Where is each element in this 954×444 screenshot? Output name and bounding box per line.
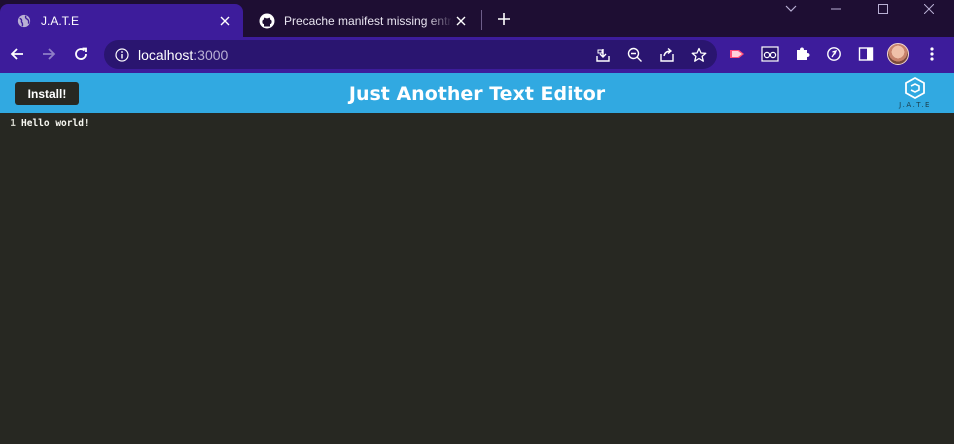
chevron-down-icon (785, 5, 797, 12)
browser-titlebar: J.A.T.E Precache manifest missing entrie… (0, 0, 954, 37)
tab-title: Precache manifest missing entries (284, 13, 453, 28)
profile-avatar[interactable] (887, 43, 909, 65)
forward-button[interactable] (35, 40, 63, 68)
address-bar[interactable]: localhost:3000 (104, 40, 717, 69)
share-icon[interactable] (657, 45, 677, 65)
close-window-button[interactable] (906, 0, 952, 18)
jate-logo: J.A.T.E (893, 76, 937, 112)
url-port: :3000 (193, 47, 229, 63)
new-tab-button[interactable] (493, 8, 515, 30)
puzzle-icon[interactable] (790, 42, 814, 66)
close-icon[interactable] (217, 13, 233, 29)
plus-icon (498, 13, 510, 25)
minimize-icon (831, 8, 841, 10)
line-number: 1 (10, 118, 16, 129)
tab-divider (481, 10, 482, 30)
install-app-icon[interactable] (593, 45, 613, 65)
maximize-icon (878, 4, 888, 14)
minimize-button[interactable] (813, 0, 859, 18)
tab-title: J.A.T.E (41, 13, 80, 28)
close-icon (924, 4, 934, 14)
reload-icon (75, 47, 87, 60)
close-icon[interactable] (453, 13, 469, 29)
app-header: Install! Just Another Text Editor J.A.T.… (0, 73, 954, 113)
zoom-out-icon[interactable] (625, 45, 645, 65)
sync-icon[interactable] (822, 42, 846, 66)
arrow-right-icon (43, 48, 56, 60)
arrow-left-icon (10, 48, 23, 60)
tab-jate[interactable]: J.A.T.E (0, 4, 243, 37)
browser-toolbar: localhost:3000 (0, 37, 954, 73)
tab-search-button[interactable] (768, 0, 814, 18)
logo-text: J.A.T.E (899, 101, 931, 109)
tab-precache[interactable]: Precache manifest missing entries (243, 4, 479, 37)
cube-icon (905, 76, 925, 100)
screen-recorder-extension-icon[interactable] (726, 42, 750, 66)
url-text: localhost:3000 (138, 47, 228, 63)
page-title: Just Another Text Editor (348, 83, 606, 105)
menu-icon[interactable] (920, 42, 944, 66)
editor-line[interactable]: 1 Hello world! (4, 118, 90, 129)
maximize-button[interactable] (860, 0, 906, 18)
star-icon[interactable] (689, 45, 709, 65)
url-host: localhost (138, 47, 194, 63)
code-editor[interactable]: 1 Hello world! (0, 113, 954, 444)
github-icon (259, 13, 275, 29)
info-icon[interactable] (114, 47, 130, 63)
line-text[interactable]: Hello world! (21, 118, 90, 129)
reload-button[interactable] (67, 40, 95, 68)
back-button[interactable] (3, 40, 31, 68)
side-panel-icon[interactable] (854, 42, 878, 66)
extension-icon[interactable] (758, 42, 782, 66)
globe-icon (16, 13, 32, 29)
